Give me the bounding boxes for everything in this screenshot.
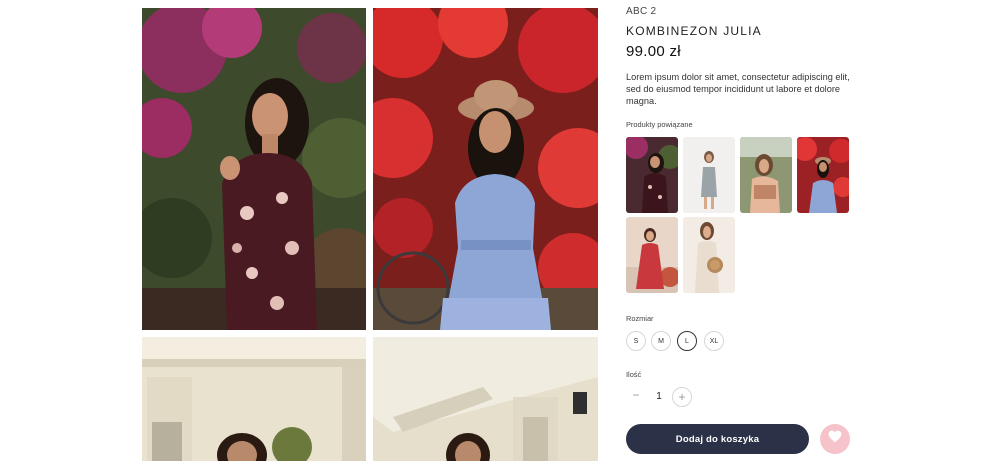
size-option-s[interactable]: S — [626, 331, 646, 351]
related-product-thumb[interactable] — [683, 217, 735, 293]
product-brand: ABC 2 — [626, 6, 657, 17]
product-gallery — [142, 8, 598, 461]
add-to-cart-button[interactable]: Dodaj do koszyka — [626, 424, 809, 454]
product-photo-house-1[interactable] — [142, 337, 366, 461]
related-product-thumb[interactable] — [683, 137, 735, 213]
product-title: KOMBINEZON JULIA — [626, 24, 762, 38]
heart-icon — [828, 430, 842, 448]
quantity-increase-button[interactable]: + — [672, 387, 692, 407]
related-product-thumb[interactable] — [797, 137, 849, 213]
size-option-xl[interactable]: XL — [704, 331, 724, 351]
quantity-decrease-button[interactable]: − — [628, 388, 644, 406]
product-photo-floral-romper[interactable] — [142, 8, 366, 330]
product-price: 99.00 zł — [626, 43, 681, 60]
product-description: Lorem ipsum dolor sit amet, consectetur … — [626, 72, 850, 106]
size-option-l[interactable]: L — [677, 331, 697, 351]
related-products-label: Produkty powiązane — [626, 120, 693, 129]
related-product-thumb[interactable] — [626, 217, 678, 293]
quantity-value[interactable]: 1 — [650, 391, 668, 402]
product-photo-house-2[interactable] — [373, 337, 598, 461]
size-label: Rozmiar — [626, 314, 654, 323]
product-photo-blue-dress[interactable] — [373, 8, 598, 330]
related-product-thumb[interactable] — [740, 137, 792, 213]
related-product-thumb[interactable] — [626, 137, 678, 213]
wishlist-button[interactable] — [820, 424, 850, 454]
size-option-m[interactable]: M — [651, 331, 671, 351]
quantity-label: Ilość — [626, 370, 642, 379]
